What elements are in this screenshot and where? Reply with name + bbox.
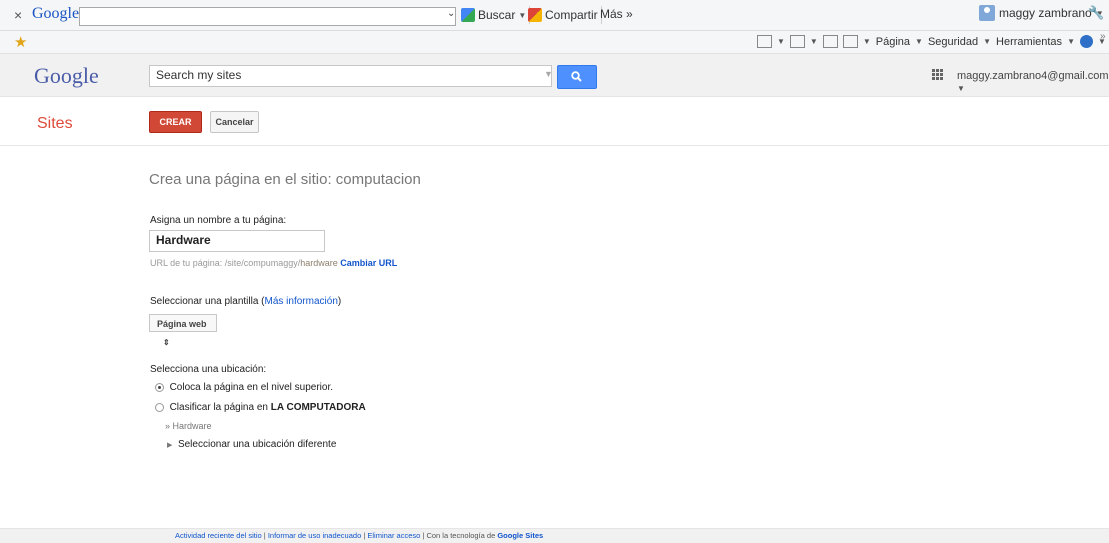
share-icon (528, 8, 542, 22)
pagina-menu[interactable]: Página (876, 36, 910, 48)
powered-by-text: Con la tecnología de (426, 531, 496, 540)
google-logo[interactable]: Google (34, 63, 99, 89)
page-url-line: URL de tu página: /site/compumaggy/hardw… (150, 258, 397, 268)
chevron-down-icon: ▼ (983, 37, 992, 46)
chevron-down-icon: ▼ (957, 84, 965, 93)
command-bar-items: ▼ ▼ ▼ Página ▼ Seguridad ▼ Herramientas ▼ ▼ (757, 35, 1106, 48)
location-breadcrumb: » Hardware (165, 421, 212, 431)
print-icon[interactable] (842, 35, 858, 48)
url-slug: hardware (300, 258, 338, 268)
favorites-star-icon[interactable]: ★ (14, 33, 27, 51)
buscar-button[interactable]: Buscar ▼ (461, 6, 531, 24)
seguridad-menu[interactable]: Seguridad (928, 36, 978, 48)
feeds-icon[interactable] (789, 35, 805, 48)
cancel-button[interactable]: Cancelar (210, 111, 259, 133)
template-select[interactable]: Página web ⇕ (149, 314, 217, 347)
compartir-button[interactable]: Compartir (528, 6, 602, 24)
toolbar-user-menu[interactable]: maggy zambrano ▼ (979, 5, 1104, 21)
wrench-icon[interactable]: 🔧 (1088, 5, 1104, 21)
herramientas-menu[interactable]: Herramientas (996, 36, 1062, 48)
up-down-arrows-icon: ⇕ (163, 338, 170, 347)
chevron-down-icon[interactable]: ▼ (544, 69, 553, 79)
google-search-icon (461, 8, 475, 22)
location-option-top-level[interactable]: Coloca la página en el nivel superior. (155, 382, 333, 393)
select-other-location-link[interactable]: ▶ Seleccionar una ubicación diferente (167, 439, 336, 450)
option-under-prefix: Clasificar la página en (169, 402, 268, 413)
location-label: Selecciona una ubicación: (150, 364, 267, 375)
create-button[interactable]: CREAR (149, 111, 202, 133)
recent-activity-link[interactable]: Actividad reciente del sitio (175, 531, 262, 540)
other-location-label: Seleccionar una ubicación diferente (177, 439, 337, 450)
help-icon[interactable] (1079, 35, 1093, 48)
toolbar-search-input[interactable] (79, 7, 456, 26)
mas-button[interactable]: Más » (600, 7, 633, 21)
home-icon[interactable] (757, 35, 772, 48)
chevron-down-icon: ▼ (1067, 37, 1075, 46)
chevron-down-icon: ▼ (518, 10, 527, 20)
template-label-text: Seleccionar una plantilla (150, 296, 259, 307)
avatar-icon (979, 5, 995, 21)
more-info-link[interactable]: Más información (265, 296, 338, 307)
chevron-down-icon[interactable]: ⌄ (447, 8, 455, 19)
change-url-link[interactable]: Cambiar URL (340, 258, 397, 268)
search-my-sites-field[interactable] (149, 65, 552, 87)
mail-icon[interactable] (822, 35, 838, 48)
triangle-right-icon: ▶ (167, 442, 173, 449)
option-top-label: Coloca la página en el nivel superior. (169, 382, 333, 393)
account-email: maggy.zambrano4@gmail.com (957, 70, 1109, 82)
page-name-field[interactable] (149, 230, 325, 252)
radio-top-level[interactable] (155, 382, 164, 392)
page-name-label: Asigna un nombre a tu página: (150, 215, 287, 226)
account-menu[interactable]: maggy.zambrano4@gmail.com ▼ (957, 70, 1109, 94)
toolbar-user-name: maggy zambrano (999, 6, 1092, 20)
close-toolbar-icon[interactable]: × (14, 7, 22, 23)
chevron-down-icon[interactable]: ▼ (810, 37, 818, 46)
chevron-down-icon[interactable]: ▼ (863, 37, 871, 46)
apps-grid-icon[interactable] (932, 69, 943, 80)
google-toolbar-logo[interactable]: Google (32, 5, 79, 23)
compartir-label: Compartir (545, 8, 598, 22)
url-prefix: URL de tu página: /site/compumaggy/ (150, 258, 301, 268)
search-input[interactable] (150, 66, 536, 84)
page-name-input[interactable] (150, 231, 321, 249)
chevron-down-icon[interactable]: ▼ (777, 37, 785, 46)
parent-page-name: LA COMPUTADORA (270, 402, 366, 413)
sites-title[interactable]: Sites (37, 115, 73, 133)
footer (0, 528, 1109, 543)
footer-links: Actividad reciente del sitio | Informar … (175, 531, 544, 540)
search-button[interactable] (557, 65, 597, 89)
report-abuse-link[interactable]: Informar de uso inadecuado (268, 531, 361, 540)
remove-access-link[interactable]: Eliminar acceso (367, 531, 420, 540)
radio-under-parent[interactable] (155, 402, 164, 412)
search-icon (571, 71, 582, 82)
google-sites-link[interactable]: Google Sites (497, 531, 543, 540)
location-option-under-parent[interactable]: Clasificar la página en LA COMPUTADORA (155, 402, 366, 413)
buscar-label: Buscar (478, 8, 516, 22)
chevron-right-double-icon[interactable]: » (1100, 31, 1106, 42)
template-label: Seleccionar una plantilla (Más informaci… (150, 296, 342, 307)
page-title: Crea una página en el sitio: computacion (149, 171, 421, 188)
divider (0, 145, 1109, 146)
chevron-down-icon: ▼ (915, 37, 923, 46)
template-select-value: Página web (157, 319, 207, 329)
